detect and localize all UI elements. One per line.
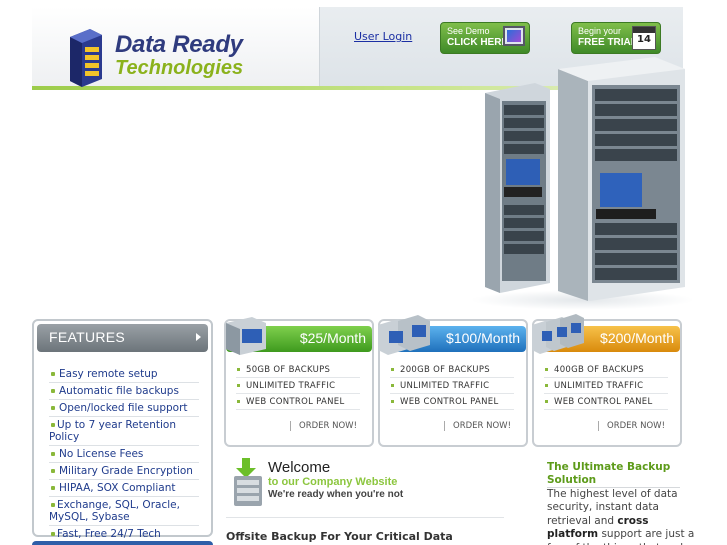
bullet-icon xyxy=(237,400,240,403)
logo-subtitle: Technologies xyxy=(115,57,244,79)
feature-text: Military Grade Encryption xyxy=(59,465,193,477)
welcome-title: Welcome xyxy=(268,459,331,476)
order-now-link[interactable]: ORDER NOW! xyxy=(290,421,357,431)
free-trial-button[interactable]: Begin your FREE TRIAL 14 xyxy=(571,22,661,54)
bullet-icon xyxy=(51,469,55,473)
plan-feature: 400GB OF BACKUPS xyxy=(544,365,668,378)
plan-price: $100/Month xyxy=(446,330,520,346)
plan-features: 200GB OF BACKUPS UNLIMITED TRAFFIC WEB C… xyxy=(390,365,514,413)
feature-item: HIPAA, SOX Compliant xyxy=(49,482,199,497)
ultimate-text: The highest level of data security, inst… xyxy=(547,488,678,527)
plan-feature-text: WEB CONTROL PANEL xyxy=(554,397,653,407)
offsite-heading: Offsite Backup For Your Critical Data xyxy=(226,530,453,543)
plan-feature-text: 400GB OF BACKUPS xyxy=(554,365,644,375)
bullet-icon xyxy=(51,486,55,490)
servers-icon xyxy=(378,315,430,355)
trial-button-bottom: FREE TRIAL xyxy=(578,37,637,48)
server-racks-image xyxy=(485,57,685,301)
user-login-link[interactable]: User Login xyxy=(354,30,412,43)
order-now-link[interactable]: ORDER NOW! xyxy=(444,421,511,431)
feature-item: Automatic file backups xyxy=(49,385,199,400)
plan-card-25: $25/Month 50GB OF BACKUPS UNLIMITED TRAF… xyxy=(224,317,374,447)
feature-text: No License Fees xyxy=(59,448,144,460)
feature-text: Exchange, SQL, Oracle, MySQL, Sybase xyxy=(49,499,180,523)
bullet-icon xyxy=(51,372,55,376)
feature-text: Up to 7 year Retention Policy xyxy=(49,419,176,443)
bullet-icon xyxy=(51,532,55,536)
plan-feature: UNLIMITED TRAFFIC xyxy=(236,381,360,394)
arrow-right-icon xyxy=(196,333,201,341)
plan-feature-text: UNLIMITED TRAFFIC xyxy=(400,381,490,391)
bullet-icon xyxy=(545,400,548,403)
bullet-icon xyxy=(51,406,55,410)
plan-feature-text: 50GB OF BACKUPS xyxy=(246,365,331,375)
bullet-icon xyxy=(51,389,55,393)
plan-card-100: $100/Month 200GB OF BACKUPS UNLIMITED TR… xyxy=(378,315,528,447)
servers-icon xyxy=(226,317,266,355)
bullet-icon xyxy=(237,384,240,387)
calendar-icon: 14 xyxy=(632,26,656,50)
plan-price: $200/Month xyxy=(600,330,674,346)
trial-button-top: Begin your xyxy=(578,26,622,36)
bullet-icon xyxy=(391,384,394,387)
bullet-icon xyxy=(391,368,394,371)
welcome-divider xyxy=(226,517,504,518)
feature-text: Easy remote setup xyxy=(59,368,158,380)
monitor-icon xyxy=(503,26,525,46)
plan-feature: WEB CONTROL PANEL xyxy=(236,397,360,410)
plan-price: $25/Month xyxy=(299,330,366,346)
ultimate-title: The Ultimate Backup Solution xyxy=(547,461,671,486)
plan-feature: 50GB OF BACKUPS xyxy=(236,365,360,378)
plan-feature: 200GB OF BACKUPS xyxy=(390,365,514,378)
feature-text: HIPAA, SOX Compliant xyxy=(59,482,176,494)
plan-feature: UNLIMITED TRAFFIC xyxy=(390,381,514,394)
bullet-icon xyxy=(545,368,548,371)
next-panel-edge xyxy=(32,541,213,545)
plan-feature: WEB CONTROL PANEL xyxy=(544,397,668,410)
logo-server-icon xyxy=(70,29,102,87)
bullet-icon xyxy=(51,423,55,427)
bullet-icon xyxy=(391,400,394,403)
logo-title: Data Ready xyxy=(115,31,243,58)
bullet-icon xyxy=(51,503,55,507)
see-demo-button[interactable]: See Demo CLICK HERE xyxy=(440,22,530,54)
welcome-tagline: We're ready when you're not xyxy=(268,489,404,500)
feature-text: Open/locked file support xyxy=(59,402,188,414)
download-server-icon xyxy=(234,458,262,506)
plan-feature: UNLIMITED TRAFFIC xyxy=(544,381,668,394)
plan-feature-text: UNLIMITED TRAFFIC xyxy=(246,381,336,391)
plan-feature-text: 200GB OF BACKUPS xyxy=(400,365,490,375)
demo-button-top: See Demo xyxy=(447,26,490,36)
feature-item: Easy remote setup xyxy=(49,368,199,383)
plan-feature: WEB CONTROL PANEL xyxy=(390,397,514,410)
features-header: FEATURES xyxy=(37,324,208,352)
bullet-icon xyxy=(545,384,548,387)
feature-text: Automatic file backups xyxy=(59,385,179,397)
demo-button-bottom: CLICK HERE xyxy=(447,37,509,48)
feature-item: No License Fees xyxy=(49,448,199,463)
bullet-icon xyxy=(51,452,55,456)
servers-icon xyxy=(532,314,584,354)
bullet-icon xyxy=(237,368,240,371)
plan-feature-text: WEB CONTROL PANEL xyxy=(400,397,499,407)
feature-item: Exchange, SQL, Oracle, MySQL, Sybase xyxy=(49,499,199,526)
feature-item: Military Grade Encryption xyxy=(49,465,199,480)
plan-card-200: $200/Month 400GB OF BACKUPS UNLIMITED TR… xyxy=(532,314,682,447)
plan-feature-text: WEB CONTROL PANEL xyxy=(246,397,345,407)
plan-features: 400GB OF BACKUPS UNLIMITED TRAFFIC WEB C… xyxy=(544,365,668,413)
plan-feature-text: UNLIMITED TRAFFIC xyxy=(554,381,644,391)
ultimate-body: The highest level of data security, inst… xyxy=(547,488,699,545)
feature-list: Easy remote setup Automatic file backups… xyxy=(49,368,199,545)
feature-item: Up to 7 year Retention Policy xyxy=(49,419,199,446)
plan-features: 50GB OF BACKUPS UNLIMITED TRAFFIC WEB CO… xyxy=(236,365,360,413)
order-now-link[interactable]: ORDER NOW! xyxy=(598,421,665,431)
feature-item: Open/locked file support xyxy=(49,402,199,417)
features-title: FEATURES xyxy=(49,329,126,345)
welcome-subtitle: to our Company Website xyxy=(268,476,398,488)
